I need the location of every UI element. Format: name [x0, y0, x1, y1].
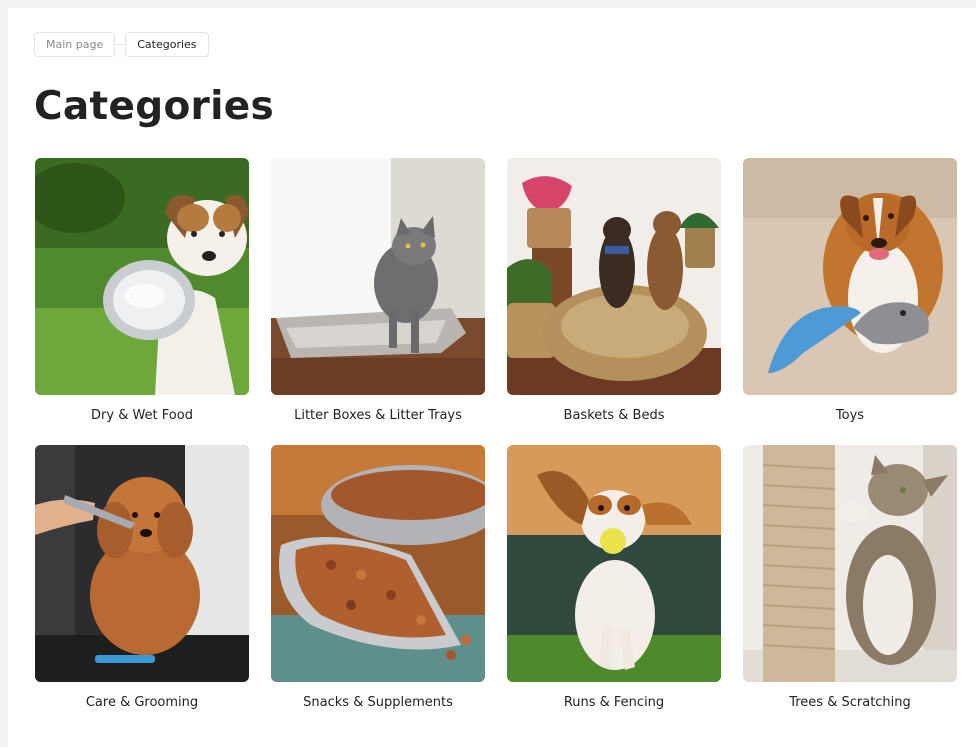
category-card-trees-scratching[interactable]: Trees & Scratching — [743, 445, 957, 711]
page-title: Categories — [34, 84, 275, 129]
category-image-care-grooming[interactable] — [35, 445, 249, 682]
breadcrumb-main-page[interactable]: Main page — [34, 32, 116, 57]
category-label[interactable]: Care & Grooming — [35, 695, 249, 711]
breadcrumb-separator — [115, 44, 126, 45]
category-image-baskets-beds[interactable] — [507, 158, 721, 395]
category-image-runs-fencing[interactable] — [507, 445, 721, 682]
category-card-toys[interactable]: Toys — [743, 158, 957, 424]
category-label[interactable]: Toys — [743, 408, 957, 424]
category-grid: Dry & Wet Food Litter Boxes & Litter Tra… — [35, 158, 957, 711]
category-label[interactable]: Baskets & Beds — [507, 408, 721, 424]
category-image-snacks-supplements[interactable] — [271, 445, 485, 682]
category-image-litter-boxes[interactable] — [271, 158, 485, 395]
category-card-runs-fencing[interactable]: Runs & Fencing — [507, 445, 721, 711]
category-card-litter-boxes[interactable]: Litter Boxes & Litter Trays — [271, 158, 485, 424]
category-label[interactable]: Runs & Fencing — [507, 695, 721, 711]
category-card-baskets-beds[interactable]: Baskets & Beds — [507, 158, 721, 424]
category-image-toys[interactable] — [743, 158, 957, 395]
category-label[interactable]: Trees & Scratching — [743, 695, 957, 711]
breadcrumb: Main page Categories — [34, 32, 209, 57]
breadcrumb-current: Categories — [125, 32, 209, 57]
category-label[interactable]: Litter Boxes & Litter Trays — [271, 408, 485, 424]
category-card-snacks-supplements[interactable]: Snacks & Supplements — [271, 445, 485, 711]
category-label[interactable]: Snacks & Supplements — [271, 695, 485, 711]
category-image-trees-scratching[interactable] — [743, 445, 957, 682]
category-image-dry-wet-food[interactable] — [35, 158, 249, 395]
category-card-care-grooming[interactable]: Care & Grooming — [35, 445, 249, 711]
category-label[interactable]: Dry & Wet Food — [35, 408, 249, 424]
category-card-dry-wet-food[interactable]: Dry & Wet Food — [35, 158, 249, 424]
page: Main page Categories Categories Dry & We… — [8, 8, 976, 747]
